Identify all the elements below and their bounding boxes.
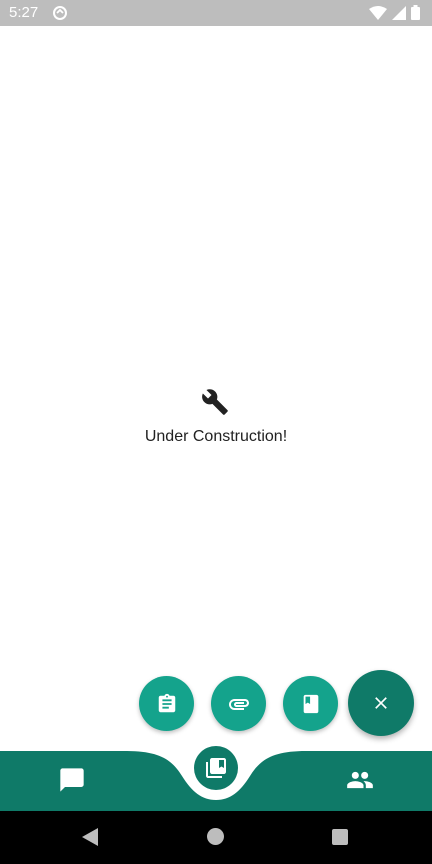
wrench-icon bbox=[202, 389, 228, 415]
status-time: 5:27 bbox=[9, 4, 39, 21]
under-construction-message: Under Construction! bbox=[144, 428, 288, 445]
paperclip-icon bbox=[228, 698, 249, 710]
wifi-icon bbox=[369, 5, 387, 20]
clipboard-action-button[interactable] bbox=[139, 676, 194, 731]
book-icon bbox=[303, 694, 318, 713]
close-icon bbox=[375, 697, 387, 709]
close-fab-button[interactable] bbox=[348, 670, 414, 736]
signal-icon bbox=[392, 5, 406, 20]
people-icon[interactable] bbox=[345, 766, 375, 794]
book-action-button[interactable] bbox=[283, 676, 338, 731]
clipboard-icon bbox=[158, 693, 175, 712]
back-icon[interactable] bbox=[82, 828, 98, 846]
library-nav-button[interactable] bbox=[194, 746, 238, 790]
home-icon[interactable] bbox=[207, 828, 224, 845]
battery-icon bbox=[411, 5, 420, 20]
recents-icon[interactable] bbox=[332, 829, 348, 845]
chat-icon[interactable] bbox=[58, 766, 86, 794]
attach-action-button[interactable] bbox=[211, 676, 266, 731]
library-books-icon bbox=[206, 758, 226, 778]
status-icons bbox=[369, 5, 420, 20]
sync-icon bbox=[53, 6, 67, 20]
status-bar: 5:27 bbox=[0, 0, 432, 26]
